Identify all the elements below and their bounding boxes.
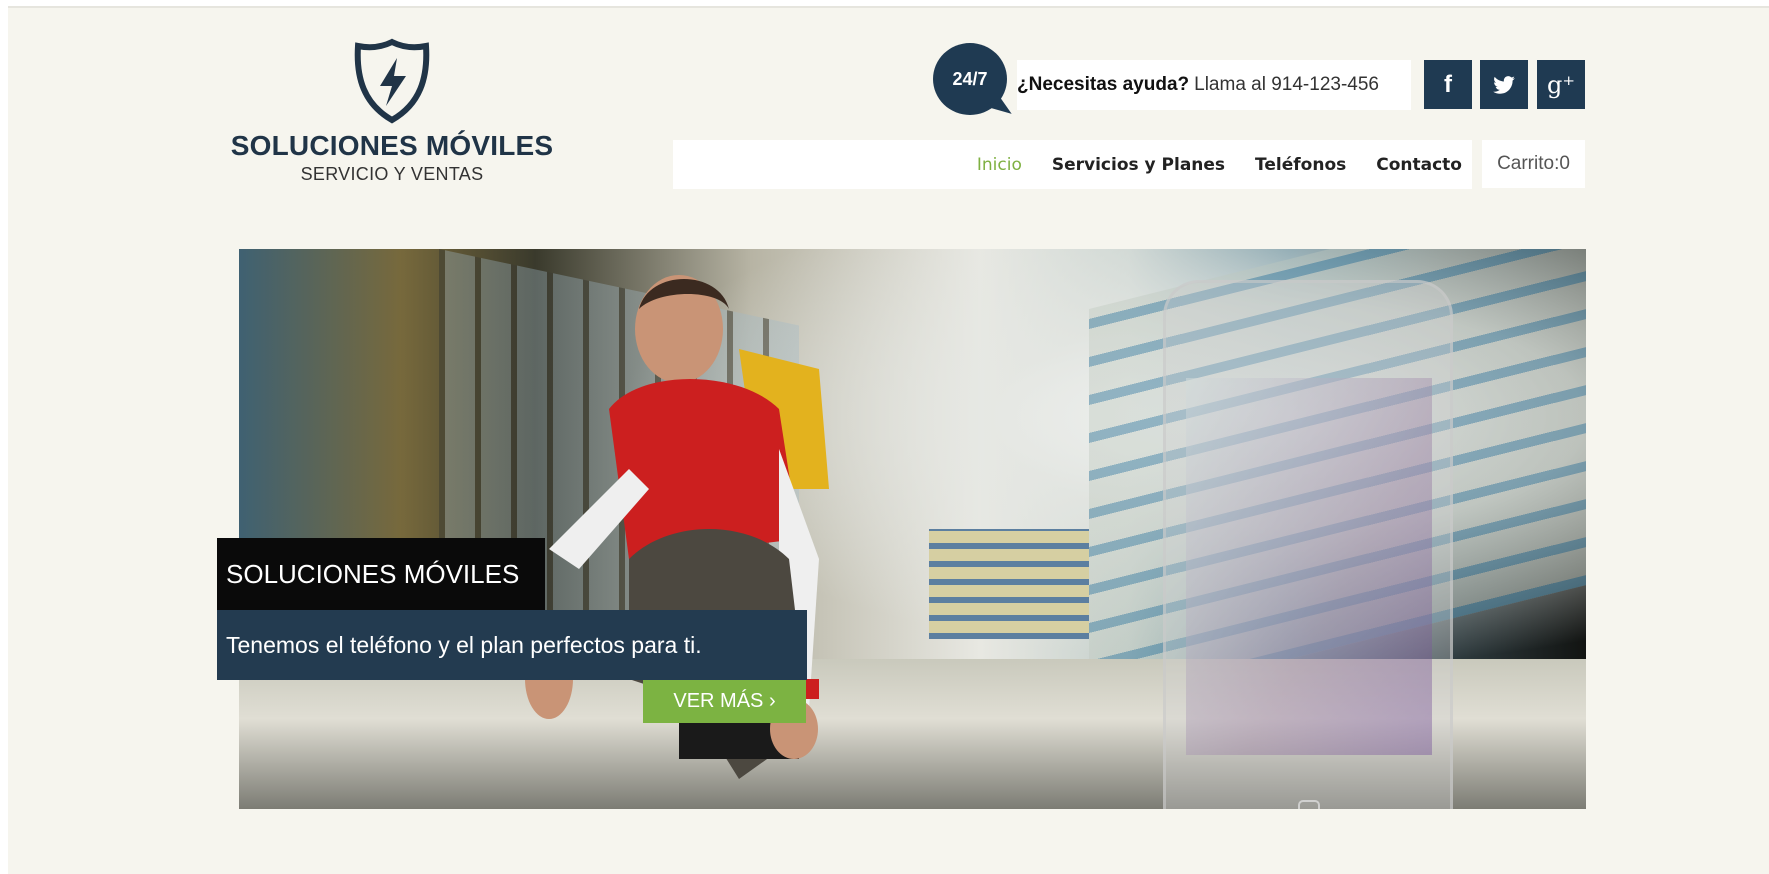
hero-skater-figure [525, 275, 829, 779]
hero-phone-graphic [1163, 280, 1453, 809]
hero-caption-text: Tenemos el teléfono y el plan perfectos … [217, 610, 807, 680]
main-nav: Inicio Servicios y Planes Teléfonos Cont… [673, 140, 1472, 189]
twitter-icon [1493, 75, 1515, 94]
brand-title: SOLUCIONES MÓVILES [230, 130, 554, 161]
cart-button[interactable]: Carrito:0 [1482, 140, 1585, 188]
nav-item-contacto[interactable]: Contacto [1376, 155, 1462, 175]
hero-building-center [929, 529, 1089, 639]
googleplus-button[interactable]: g⁺ [1537, 60, 1585, 109]
hero-phone-screen [1186, 378, 1432, 755]
help-phone[interactable]: Llama al 914-123-456 [1194, 74, 1379, 96]
twitter-button[interactable] [1480, 60, 1528, 109]
hero-phone-home-icon [1298, 800, 1320, 809]
shield-lightning-icon [354, 38, 430, 124]
facebook-button[interactable]: f [1424, 60, 1472, 109]
page: SOLUCIONES MÓVILES SERVICIO Y VENTAS 24/… [8, 6, 1769, 874]
facebook-icon: f [1444, 70, 1452, 98]
nav-item-inicio[interactable]: Inicio [977, 155, 1022, 175]
googleplus-icon: g⁺ [1546, 70, 1576, 99]
nav-item-telefonos[interactable]: Teléfonos [1255, 155, 1346, 175]
hero-caption-title: SOLUCIONES MÓVILES [217, 538, 545, 610]
ver-mas-button[interactable]: VER MÁS › [643, 680, 806, 723]
support-badge: 24/7 [933, 43, 1007, 115]
hero-banner [239, 249, 1586, 809]
nav-item-servicios[interactable]: Servicios y Planes [1052, 155, 1225, 175]
support-badge-text: 24/7 [952, 68, 988, 89]
logo[interactable]: SOLUCIONES MÓVILES SERVICIO Y VENTAS [222, 38, 562, 185]
help-bar: ¿Necesitas ayuda? Llama al 914-123-456 [1017, 60, 1411, 110]
help-question: ¿Necesitas ayuda? [1017, 74, 1190, 95]
brand-subtitle: SERVICIO Y VENTAS [300, 164, 484, 184]
